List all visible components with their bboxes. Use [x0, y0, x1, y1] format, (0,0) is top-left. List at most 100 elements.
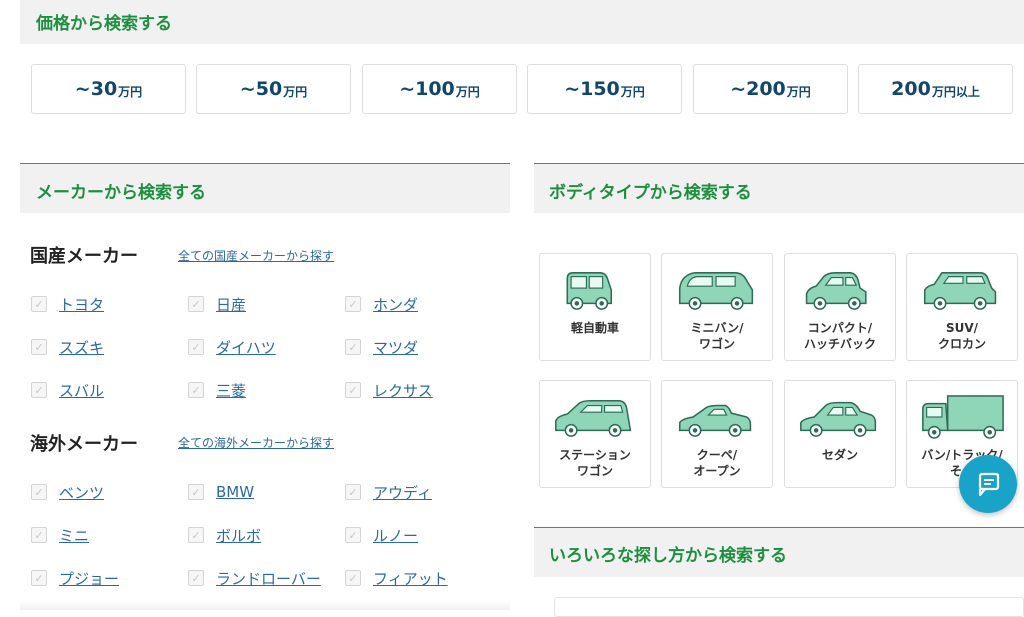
maker-checkbox-item[interactable]: ✓ ダイハツ	[188, 337, 276, 357]
maker-checkbox-item[interactable]: ✓ ベンツ	[31, 482, 104, 502]
station-wagon-icon	[555, 399, 632, 437]
chat-icon	[978, 472, 1000, 497]
fade-divider	[20, 600, 510, 610]
maker-section-title: メーカーから検索する	[36, 183, 206, 203]
maker-link[interactable]: ダイハツ	[216, 337, 276, 358]
body-type-label: ミニバン/ ワゴン	[690, 321, 744, 351]
body-type-label: SUV/ クロカン	[937, 321, 986, 351]
maker-link[interactable]: 日産	[216, 294, 246, 315]
all-domestic-makers-link[interactable]: 全ての国産メーカーから探す	[178, 247, 334, 264]
checkbox[interactable]: ✓	[31, 382, 47, 398]
checkbox[interactable]: ✓	[345, 484, 361, 500]
checkbox[interactable]: ✓	[31, 570, 47, 586]
checkbox[interactable]: ✓	[188, 527, 204, 543]
checkbox[interactable]: ✓	[188, 296, 204, 312]
price-button[interactable]: ~100 万円	[362, 64, 517, 114]
checkbox[interactable]: ✓	[31, 527, 47, 543]
maker-link[interactable]: スバル	[59, 380, 104, 401]
body-type-tile[interactable]: ステーション ワゴン	[539, 380, 651, 488]
body-type-section-title: ボディタイプから検索する	[549, 183, 752, 203]
checkbox[interactable]: ✓	[188, 339, 204, 355]
maker-link[interactable]: ランドローバー	[216, 568, 321, 589]
maker-link[interactable]: ミニ	[59, 525, 89, 546]
price-button[interactable]: ~200 万円	[693, 64, 848, 114]
maker-link[interactable]: ボルボ	[216, 525, 261, 546]
checkbox[interactable]: ✓	[31, 339, 47, 355]
kei-car-icon	[566, 272, 613, 310]
maker-checkbox-item[interactable]: ✓ トヨタ	[31, 294, 104, 314]
checkbox[interactable]: ✓	[345, 296, 361, 312]
price-amount: 200	[746, 78, 786, 100]
price-unit: 万円	[786, 84, 811, 99]
sedan-icon	[800, 401, 877, 437]
maker-link[interactable]: マツダ	[373, 337, 418, 358]
price-button[interactable]: ~150 万円	[527, 64, 682, 114]
body-type-label: 軽自動車	[570, 321, 619, 335]
maker-checkbox-item[interactable]: ✓ レクサス	[345, 380, 433, 400]
truck-icon	[922, 395, 1004, 439]
maker-checkbox-item[interactable]: ✓ フィアット	[345, 568, 448, 588]
all-foreign-makers-link[interactable]: 全ての海外メーカーから探す	[178, 434, 334, 451]
maker-link[interactable]: ルノー	[373, 525, 418, 546]
other-search-box[interactable]	[554, 597, 1024, 617]
maker-checkbox-item[interactable]: ✓ スバル	[31, 380, 104, 400]
maker-link[interactable]: 三菱	[216, 380, 246, 401]
maker-link[interactable]: ベンツ	[59, 482, 104, 503]
body-type-label: コンパクト/ ハッチバック	[803, 321, 876, 351]
maker-link[interactable]: レクサス	[373, 380, 433, 401]
maker-link[interactable]: ホンダ	[373, 294, 418, 315]
maker-checkbox-item[interactable]: ✓ 三菱	[188, 380, 246, 400]
body-type-tile[interactable]: 軽自動車	[539, 253, 651, 361]
maker-link[interactable]: フィアット	[373, 568, 448, 589]
maker-link[interactable]: スズキ	[59, 337, 104, 358]
maker-checkbox-item[interactable]: ✓ マツダ	[345, 337, 418, 357]
checkbox[interactable]: ✓	[345, 382, 361, 398]
compact-car-icon	[805, 272, 867, 310]
maker-link[interactable]: プジョー	[59, 568, 119, 589]
maker-checkbox-item[interactable]: ✓ プジョー	[31, 568, 119, 588]
checkbox[interactable]: ✓	[31, 296, 47, 312]
coupe-icon	[678, 404, 752, 437]
checkbox[interactable]: ✓	[188, 382, 204, 398]
checkbox[interactable]: ✓	[188, 570, 204, 586]
foreign-makers-heading: 海外メーカー	[30, 434, 138, 455]
checkbox[interactable]: ✓	[345, 570, 361, 586]
maker-link[interactable]: BMW	[216, 483, 254, 501]
price-prefix: ~	[730, 78, 747, 100]
checkbox[interactable]: ✓	[345, 527, 361, 543]
price-button[interactable]: 200 万円以上	[858, 64, 1013, 114]
price-amount: 150	[580, 78, 620, 100]
price-prefix: ~	[564, 78, 581, 100]
body-type-label: セダン	[821, 448, 858, 462]
body-type-tile[interactable]: セダン	[784, 380, 896, 488]
body-type-tile[interactable]: クーペ/ オープン	[661, 380, 773, 488]
other-search-section-title: いろいろな探し方から検索する	[549, 546, 787, 566]
maker-checkbox-item[interactable]: ✓ アウディ	[345, 482, 432, 502]
price-amount: 30	[90, 78, 118, 100]
chat-button[interactable]	[959, 455, 1017, 513]
body-type-tile[interactable]: コンパクト/ ハッチバック	[784, 253, 896, 361]
maker-checkbox-item[interactable]: ✓ ボルボ	[188, 525, 261, 545]
maker-checkbox-item[interactable]: ✓ ミニ	[31, 525, 89, 545]
body-type-tile[interactable]: SUV/ クロカン	[906, 253, 1018, 361]
price-button[interactable]: ~50 万円	[196, 64, 351, 114]
maker-link[interactable]: アウディ	[373, 482, 432, 503]
domestic-makers-heading: 国産メーカー	[30, 246, 138, 267]
maker-checkbox-item[interactable]: ✓ ホンダ	[345, 294, 418, 314]
maker-checkbox-item[interactable]: ✓ ランドローバー	[188, 568, 321, 588]
suv-icon	[923, 272, 997, 310]
maker-checkbox-item[interactable]: ✓ BMW	[188, 482, 254, 502]
price-amount: 200	[891, 78, 931, 100]
price-section-title: 価格から検索する	[36, 14, 172, 34]
checkbox[interactable]: ✓	[345, 339, 361, 355]
maker-checkbox-item[interactable]: ✓ 日産	[188, 294, 246, 314]
maker-checkbox-item[interactable]: ✓ ルノー	[345, 525, 418, 545]
maker-link[interactable]: トヨタ	[59, 294, 104, 315]
body-type-tile[interactable]: ミニバン/ ワゴン	[661, 253, 773, 361]
price-button[interactable]: ~30 万円	[31, 64, 186, 114]
checkbox[interactable]: ✓	[31, 484, 47, 500]
price-amount: 100	[415, 78, 455, 100]
price-unit: 万円	[283, 84, 308, 99]
maker-checkbox-item[interactable]: ✓ スズキ	[31, 337, 104, 357]
checkbox[interactable]: ✓	[188, 484, 204, 500]
